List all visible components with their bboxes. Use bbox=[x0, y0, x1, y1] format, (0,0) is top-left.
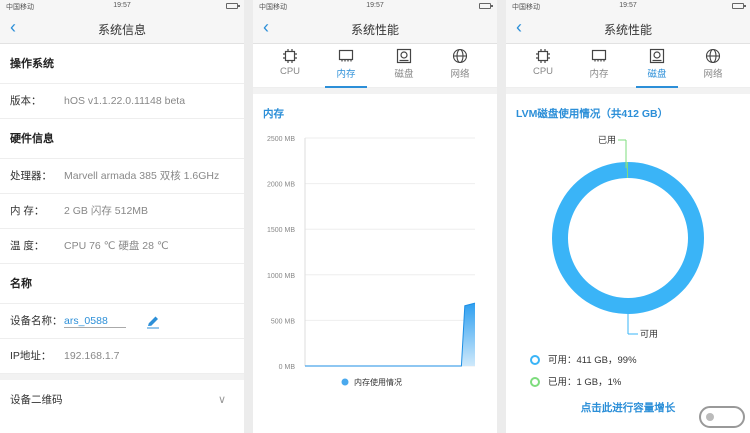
memory-value: 2 GB 闪存 512MB bbox=[64, 205, 149, 217]
battery-icon bbox=[732, 3, 746, 9]
status-time: 19:57 bbox=[619, 2, 637, 9]
tab-label: CPU bbox=[532, 66, 554, 77]
version-value: hOS v1.1.22.0.11148 beta bbox=[64, 95, 186, 107]
nav-bar: ‹ 系统性能 bbox=[253, 12, 497, 44]
temperature-label: 温 度： bbox=[10, 240, 45, 252]
tab-disk[interactable]: 磁盘 bbox=[632, 48, 682, 88]
memory-icon bbox=[591, 49, 607, 62]
legend-dot bbox=[341, 378, 349, 386]
y-tick-label: 1000 MB bbox=[267, 273, 295, 280]
battery-icon bbox=[479, 3, 493, 9]
qr-code-label: 设备二维码 bbox=[10, 394, 63, 406]
tab-cpu[interactable]: CPU bbox=[265, 48, 315, 77]
screen: 中国移动 19:57 ‹ 系统信息 操作系统 版本： hOS v1.1.22.0.… bbox=[0, 0, 750, 433]
status-bar: 中国移动 19:57 bbox=[0, 0, 244, 12]
performance-disk-panel: 中国移动 19:57 ‹ 系统性能 CPU 内存 磁盘 网络 LVM磁盘使用情况… bbox=[506, 0, 750, 433]
tab-label: 磁盘 bbox=[394, 69, 414, 80]
watermark-logo bbox=[699, 406, 745, 428]
device-name-input[interactable]: ars_0588 bbox=[64, 315, 126, 328]
tab-memory[interactable]: 内存 bbox=[574, 48, 624, 80]
legend-free: 可用：411 GB，99% bbox=[530, 352, 637, 366]
cpu-row: 处理器： Marvell armada 385 双核 1.6GHz bbox=[0, 159, 244, 194]
tab-label: 网络 bbox=[450, 69, 470, 80]
cpu-icon bbox=[283, 49, 297, 63]
tab-label: 内存 bbox=[336, 69, 356, 80]
qr-code-row[interactable]: 设备二维码 ∨ bbox=[0, 374, 244, 414]
status-time: 19:57 bbox=[366, 2, 384, 9]
memory-row: 内 存： 2 GB 闪存 512MB bbox=[0, 194, 244, 229]
tab-network[interactable]: 网络 bbox=[688, 48, 738, 80]
page-title: 系统性能 bbox=[603, 23, 652, 37]
tab-label: CPU bbox=[279, 66, 301, 77]
tab-label: 网络 bbox=[703, 69, 723, 80]
memory-chart: 2500 MB 2000 MB 1500 MB 1000 MB 500 MB 0 MB 内存… bbox=[267, 136, 476, 387]
battery-icon bbox=[226, 3, 240, 9]
y-tick-label: 2000 MB bbox=[267, 182, 295, 189]
status-bar: 中国移动 19:57 bbox=[506, 0, 750, 12]
page-title: 系统性能 bbox=[350, 23, 399, 37]
status-time: 19:57 bbox=[113, 2, 131, 9]
system-info-panel: 中国移动 19:57 ‹ 系统信息 操作系统 版本： hOS v1.1.22.0.… bbox=[0, 0, 244, 433]
version-row: 版本： hOS v1.1.22.0.11148 beta bbox=[0, 84, 244, 119]
cpu-value: Marvell armada 385 双核 1.6GHz bbox=[64, 170, 220, 182]
disk-section-title: LVM磁盘使用情况（共412 GB） bbox=[516, 108, 669, 120]
os-section-heading: 操作系统 bbox=[0, 44, 244, 84]
tab-cpu[interactable]: CPU bbox=[518, 48, 568, 77]
ip-row: IP地址： 192.168.1.7 bbox=[0, 339, 244, 374]
nav-bar: ‹ 系统信息 bbox=[0, 12, 244, 44]
version-label: 版本： bbox=[10, 95, 42, 107]
free-legend-dot bbox=[530, 355, 540, 365]
tab-disk[interactable]: 磁盘 bbox=[379, 48, 429, 80]
legend-used-text: 已用：1 GB，1% bbox=[548, 377, 622, 388]
page-title: 系统信息 bbox=[97, 23, 146, 37]
globe-icon bbox=[705, 48, 721, 64]
tab-network[interactable]: 网络 bbox=[435, 48, 485, 80]
device-name-label: 设备名称： bbox=[10, 315, 63, 327]
globe-icon bbox=[452, 48, 468, 64]
legend-used: 已用：1 GB，1% bbox=[530, 374, 621, 388]
performance-tabs: CPU 内存 磁盘 网络 bbox=[506, 44, 750, 88]
legend-label: 内存使用情况 bbox=[354, 377, 402, 387]
y-tick-label: 500 MB bbox=[271, 318, 295, 325]
hardware-section-heading: 硬件信息 bbox=[0, 119, 244, 159]
used-slice-label: 已用 bbox=[598, 135, 616, 145]
name-section-heading: 名称 bbox=[0, 264, 244, 304]
donut-slice bbox=[552, 162, 705, 314]
tab-memory[interactable]: 内存 bbox=[321, 48, 371, 88]
tab-label: 磁盘 bbox=[647, 69, 667, 80]
temperature-row: 温 度： CPU 76 ℃ 硬盘 28 ℃ bbox=[0, 229, 244, 264]
nav-bar: ‹ 系统性能 bbox=[506, 12, 750, 44]
memory-section-title: 内存 bbox=[263, 108, 284, 120]
disk-donut-chart: 已用可用 bbox=[552, 135, 705, 339]
ip-label: IP地址： bbox=[10, 350, 52, 362]
status-bar: 中国移动 19:57 bbox=[253, 0, 497, 12]
performance-tabs: CPU 内存 磁盘 网络 bbox=[253, 44, 497, 88]
tab-label: 内存 bbox=[589, 69, 609, 80]
cpu-label: 处理器： bbox=[10, 170, 52, 182]
y-tick-label: 1500 MB bbox=[267, 227, 295, 234]
memory-area bbox=[305, 303, 475, 366]
disk-icon bbox=[649, 48, 665, 64]
chevron-down-icon: ∨ bbox=[217, 394, 226, 406]
ip-value: 192.168.1.7 bbox=[64, 350, 120, 362]
disk-icon bbox=[396, 48, 412, 64]
temperature-value: CPU 76 ℃ 硬盘 28 ℃ bbox=[64, 240, 169, 252]
memory-line bbox=[305, 302, 476, 367]
legend-free-text: 可用：411 GB，99% bbox=[548, 355, 637, 366]
device-name-row: 设备名称： ars_0588 bbox=[0, 304, 244, 339]
memory-icon bbox=[338, 49, 354, 62]
cpu-icon bbox=[536, 49, 550, 63]
used-legend-dot bbox=[530, 377, 540, 387]
y-tick-label: 0 MB bbox=[279, 364, 296, 371]
pencil-icon[interactable] bbox=[146, 315, 160, 329]
y-tick-label: 2500 MB bbox=[267, 136, 295, 143]
memory-label: 内 存： bbox=[10, 205, 45, 217]
free-slice-label: 可用 bbox=[640, 329, 658, 339]
performance-memory-panel: 中国移动 19:57 ‹ 系统性能 CPU 内存 磁盘 网络 内存 2500 M… bbox=[253, 0, 497, 433]
